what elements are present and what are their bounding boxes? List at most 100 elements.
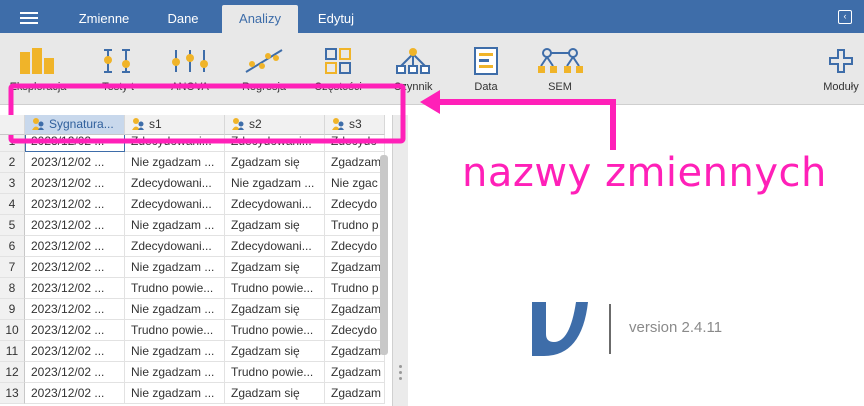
data-icon (460, 43, 512, 79)
ribbon-button-czestosci[interactable]: Częstości (306, 43, 370, 103)
table-cell[interactable]: Zdecydowani... (225, 236, 325, 257)
column-name: Sygnatura... (49, 117, 114, 131)
row-number[interactable]: 4 (0, 194, 25, 215)
table-cell[interactable]: Nie zgadzam ... (225, 173, 325, 194)
table-cell[interactable]: Zdecydowani... (125, 194, 225, 215)
anova-icon (160, 43, 220, 79)
table-cell[interactable]: Nie zgadzam ... (125, 299, 225, 320)
table-cell[interactable]: Trudno powie... (225, 362, 325, 383)
table-cell[interactable]: Trudno p (325, 278, 385, 299)
row-number[interactable]: 9 (0, 299, 25, 320)
table-cell[interactable]: Zgadzam (325, 383, 385, 404)
row-number[interactable]: 2 (0, 152, 25, 173)
ribbon-button-data[interactable]: Data (460, 43, 512, 103)
tab-dane[interactable]: Dane (146, 5, 220, 33)
table-cell[interactable]: Trudno p (325, 215, 385, 236)
table-cell[interactable]: 2023/12/02 ... (25, 215, 125, 236)
table-cell[interactable]: Zdecydowani... (125, 173, 225, 194)
table-cell[interactable]: Zgadzam się (225, 152, 325, 173)
column-header[interactable]: s1 (125, 115, 225, 135)
table-cell[interactable]: Nie zgadzam ... (125, 341, 225, 362)
splitter-handle-icon[interactable] (399, 365, 402, 383)
tab-analizy[interactable]: Analizy (222, 5, 298, 33)
hide-results-icon[interactable]: ‹ (838, 10, 852, 24)
table-cell[interactable]: Nie zgadzam ... (125, 362, 225, 383)
nominal-variable-icon (131, 117, 145, 131)
row-number[interactable]: 5 (0, 215, 25, 236)
ribbon-button-regresja[interactable]: Regresja (234, 43, 294, 103)
table-cell[interactable]: Zgadzam (325, 362, 385, 383)
table-cell[interactable]: 2023/12/02 ... (25, 362, 125, 383)
ribbon-label: Testy t (102, 81, 134, 93)
table-cell[interactable]: 2023/12/02 ... (25, 173, 125, 194)
table-cell[interactable]: Zdecydowani... (125, 236, 225, 257)
table-cell[interactable]: Nie zgadzam ... (125, 152, 225, 173)
table-cell[interactable]: Nie zgadzam ... (125, 257, 225, 278)
table-cell[interactable]: Zgadzam (325, 152, 385, 173)
ribbon-button-czynnik[interactable]: Czynnik (382, 43, 444, 103)
table-cell[interactable]: 2023/12/02 ... (25, 152, 125, 173)
analyses-ribbon: Eksploracja Testy t ANOVA Regresja Częst… (0, 33, 864, 105)
column-header[interactable]: s3 (325, 115, 385, 135)
table-cell[interactable]: Trudno powie... (225, 320, 325, 341)
jamovi-logo-icon (530, 300, 590, 363)
table-cell[interactable]: Zgadzam się (225, 257, 325, 278)
ribbon-button-moduly[interactable]: Moduły (818, 43, 864, 103)
ribbon-button-eksploracja[interactable]: Eksploracja (6, 43, 70, 103)
table-cell[interactable]: Nie zgac (325, 173, 385, 194)
ribbon-button-testy-t[interactable]: Testy t (88, 43, 148, 103)
table-cell[interactable]: 2023/12/02 ... (25, 236, 125, 257)
factor-icon (382, 43, 444, 79)
column-header[interactable]: Sygnatura... (25, 115, 125, 135)
table-cell[interactable]: Zgadzam się (225, 299, 325, 320)
hamburger-menu-icon[interactable] (20, 12, 38, 24)
tab-edytuj[interactable]: Edytuj (300, 5, 372, 33)
table-cell[interactable]: 2023/12/02 ... (25, 299, 125, 320)
table-cell[interactable]: 2023/12/02 ... (25, 278, 125, 299)
table-cell[interactable]: Trudno powie... (225, 278, 325, 299)
data-spreadsheet[interactable]: Sygnatura... s1 s2 s3 1 2023/12/02 ... Zdecydo… (0, 115, 392, 406)
table-cell[interactable]: Zgadzam (325, 299, 385, 320)
table-cell[interactable]: Nie zgadzam ... (125, 215, 225, 236)
table-cell[interactable]: Zgadzam się (225, 215, 325, 236)
table-cell[interactable]: Trudno powie... (125, 320, 225, 341)
ribbon-button-anova[interactable]: ANOVA (160, 43, 220, 103)
table-cell[interactable]: 2023/12/02 ... (25, 341, 125, 362)
row-number[interactable]: 7 (0, 257, 25, 278)
row-number[interactable]: 13 (0, 383, 25, 404)
row-number[interactable]: 11 (0, 341, 25, 362)
table-cell[interactable]: 2023/12/02 ... (25, 320, 125, 341)
table-cell[interactable]: Zgadzam (325, 341, 385, 362)
row-number[interactable]: 3 (0, 173, 25, 194)
table-cell[interactable]: Zdecydo (325, 320, 385, 341)
bar-chart-icon (6, 43, 70, 79)
vertical-scrollbar[interactable] (380, 155, 388, 355)
table-cell[interactable]: Trudno powie... (125, 278, 225, 299)
row-number[interactable]: 6 (0, 236, 25, 257)
table-cell[interactable]: 2023/12/02 ... (25, 383, 125, 404)
table-cell[interactable]: Zgadzam (325, 257, 385, 278)
tab-zmienne[interactable]: Zmienne (66, 5, 142, 33)
sem-icon (532, 43, 588, 79)
ribbon-button-sem[interactable]: SEM (532, 43, 588, 103)
panel-splitter[interactable] (392, 115, 408, 406)
column-name: s2 (249, 117, 262, 131)
ribbon-label: Data (474, 81, 498, 93)
column-header[interactable]: s2 (225, 115, 325, 135)
table-cell[interactable]: Zdecydo (325, 236, 385, 257)
table-cell[interactable]: Zgadzam się (225, 383, 325, 404)
table-cell[interactable]: Zgadzam się (225, 341, 325, 362)
row-number[interactable]: 10 (0, 320, 25, 341)
table-cell[interactable]: Nie zgadzam ... (125, 383, 225, 404)
row-number[interactable]: 8 (0, 278, 25, 299)
column-name: s3 (349, 117, 362, 131)
table-cell[interactable]: Zdecydo (325, 194, 385, 215)
table-cell[interactable]: 2023/12/02 ... (25, 194, 125, 215)
ribbon-label: Moduły (823, 81, 859, 93)
nominal-variable-icon (231, 117, 245, 131)
ribbon-label: Eksploracja (9, 81, 67, 93)
table-cell[interactable]: 2023/12/02 ... (25, 257, 125, 278)
sheet-corner[interactable] (0, 115, 25, 135)
table-cell[interactable]: Zdecydowani... (225, 194, 325, 215)
row-number[interactable]: 12 (0, 362, 25, 383)
